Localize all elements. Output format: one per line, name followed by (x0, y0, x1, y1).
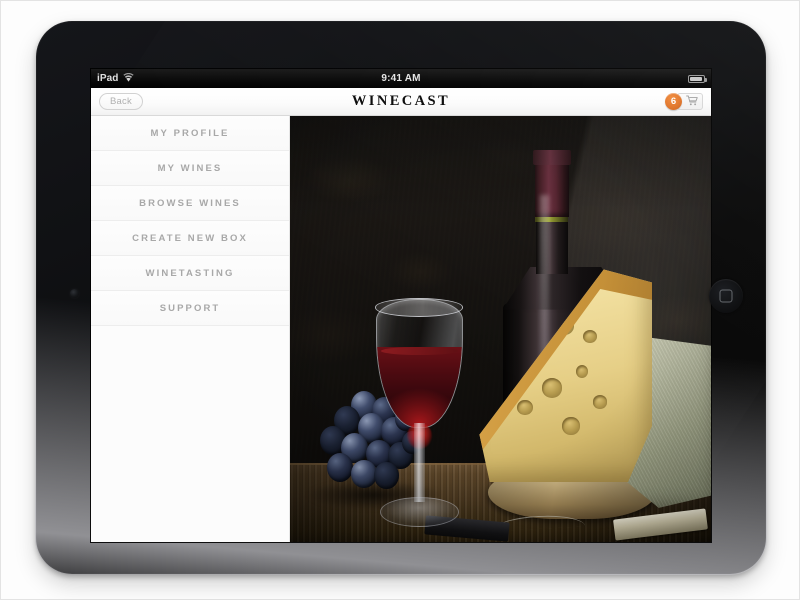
cheese-hole (576, 365, 589, 379)
sidebar-empty-area (91, 326, 289, 542)
bottle-foil-lip (532, 150, 571, 165)
status-bar-time: 9:41 AM (381, 73, 421, 84)
glass-bowl (376, 299, 463, 428)
sidebar-item-support[interactable]: SUPPORT (91, 291, 289, 326)
sidebar-item-browse-wines[interactable]: BROWSE WINES (91, 186, 289, 221)
battery-fill (690, 76, 702, 81)
battery-icon (688, 74, 707, 83)
cheese-hole (517, 399, 533, 416)
status-bar-right (688, 74, 707, 83)
grape (350, 459, 377, 489)
page-canvas: iPad 9:41 AM Back WINECAST 6 MY PROFILE … (0, 0, 800, 600)
ipad-device: iPad 9:41 AM Back WINECAST 6 MY PROFILE … (35, 20, 767, 575)
wine-glass (375, 298, 464, 529)
cheese-hole (593, 395, 608, 409)
sidebar-item-my-wines[interactable]: MY WINES (91, 151, 289, 186)
sidebar-item-create-new-box[interactable]: CREATE NEW BOX (91, 221, 289, 256)
hero-photo (290, 116, 711, 542)
home-button[interactable] (709, 279, 743, 313)
status-bar: iPad 9:41 AM (91, 69, 711, 88)
back-button[interactable]: Back (99, 93, 143, 110)
glass-rim (375, 298, 464, 317)
home-button-square-icon (719, 289, 733, 303)
photo-scene (290, 116, 711, 542)
grape (327, 452, 353, 482)
app-nav-bar: Back WINECAST 6 (91, 88, 711, 116)
red-wine-liquid (377, 347, 462, 427)
cheese-hole (562, 417, 580, 435)
shopping-cart-icon (686, 93, 698, 111)
ipad-screen: iPad 9:41 AM Back WINECAST 6 MY PROFILE … (91, 69, 711, 542)
wine-surface (380, 347, 459, 356)
cheese-hole (541, 378, 563, 398)
app-body: MY PROFILE MY WINES BROWSE WINES CREATE … (91, 116, 711, 542)
sidebar-menu: MY PROFILE MY WINES BROWSE WINES CREATE … (91, 116, 290, 542)
glass-stem (414, 423, 425, 502)
cheese-hole (583, 330, 597, 344)
brand-logo: WINECAST (351, 93, 451, 109)
front-camera-icon (70, 289, 79, 298)
cart-group[interactable]: 6 (665, 93, 703, 110)
cart-badge[interactable]: 6 (665, 93, 682, 110)
sidebar-item-winetasting[interactable]: WINETASTING (91, 256, 289, 291)
sidebar-item-my-profile[interactable]: MY PROFILE (91, 116, 289, 151)
glass-foot (379, 496, 460, 527)
